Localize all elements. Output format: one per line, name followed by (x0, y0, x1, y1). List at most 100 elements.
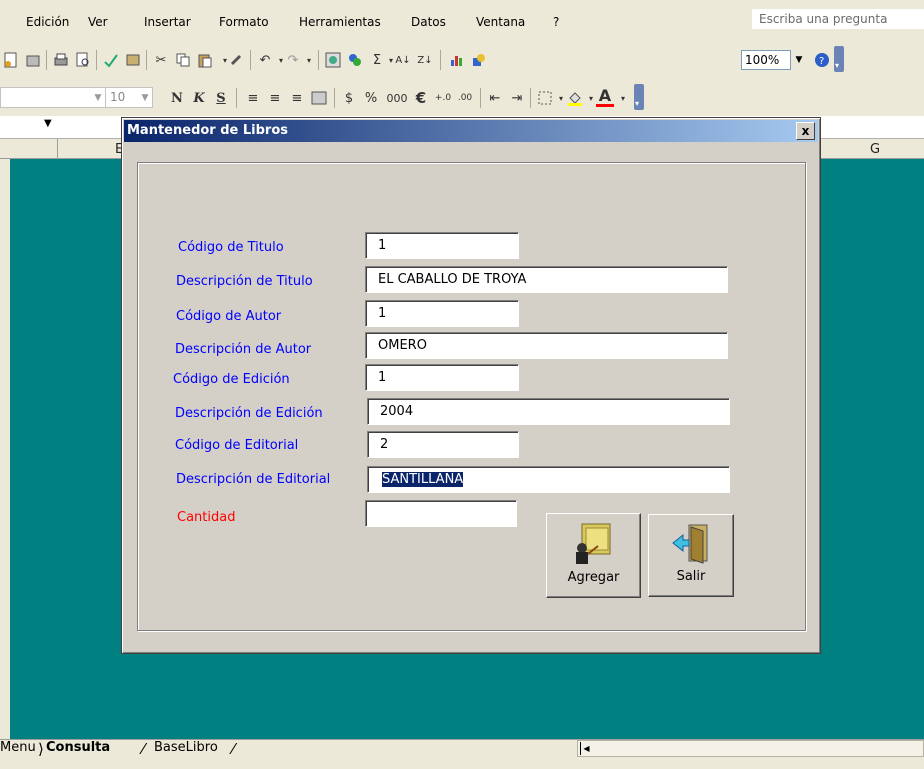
menu-herramientas[interactable]: Herramientas (299, 15, 381, 29)
spelling-icon[interactable] (102, 51, 120, 69)
zoom-dropdown-icon[interactable]: ▼ (791, 50, 807, 70)
exit-button[interactable]: Salir (648, 514, 734, 597)
toolbar-separator (334, 88, 335, 108)
dialog-title-bar[interactable]: Mantenedor de Libros x (124, 120, 818, 142)
toolbar-separator (146, 50, 147, 70)
close-button[interactable]: x (796, 122, 815, 140)
chart-wizard-icon[interactable] (448, 51, 466, 69)
label-descripcion-editorial: Descripción de Editorial (176, 472, 331, 487)
toolbar-options-icon[interactable] (634, 84, 644, 110)
drawing-icon[interactable] (470, 51, 488, 69)
format-painter-icon[interactable] (228, 51, 246, 69)
toolbar-separator (480, 88, 481, 108)
zoom-combo[interactable]: 100% (741, 50, 791, 70)
menu-ver[interactable]: Ver (88, 15, 108, 29)
tab-divider: ⟩ (38, 740, 44, 758)
label-codigo-autor: Código de Autor (176, 309, 282, 324)
row-header-strip (0, 159, 10, 739)
increase-decimal-icon[interactable]: +.0 (434, 89, 452, 107)
font-size-value: 10 (110, 90, 126, 104)
new-icon[interactable] (2, 51, 20, 69)
ask-question-input[interactable]: Escriba una pregunta (752, 9, 924, 29)
menu-ventana[interactable]: Ventana (476, 15, 525, 29)
align-left-icon[interactable]: ≡ (244, 89, 262, 107)
codigo-autor-field[interactable]: 1 (365, 300, 519, 327)
font-size-dropdown-icon[interactable]: ▼ (138, 88, 152, 107)
tab-divider: ⁄ (232, 740, 235, 758)
descripcion-edicion-field[interactable]: 2004 (367, 398, 730, 425)
align-center-icon[interactable]: ≡ (266, 89, 284, 107)
column-header-g[interactable]: G (870, 142, 880, 157)
descripcion-titulo-field[interactable]: EL CABALLO DE TROYA (365, 266, 728, 293)
sheet-tab-menu[interactable]: Menu (0, 740, 36, 755)
font-color-dropdown-icon[interactable]: ▾ (614, 89, 632, 107)
research-icon[interactable] (124, 51, 142, 69)
sort-ascending-icon[interactable]: A↓ (394, 51, 412, 69)
label-descripcion-autor: Descripción de Autor (175, 342, 312, 357)
font-name-combo[interactable]: ▼ (0, 87, 106, 108)
toolbar-separator (530, 88, 531, 108)
label-codigo-editorial: Código de Editorial (175, 438, 299, 453)
thousands-button[interactable]: 000 (386, 89, 408, 107)
font-color-icon[interactable]: A (596, 86, 614, 107)
research-people-icon[interactable] (346, 51, 364, 69)
svg-text:?: ? (819, 56, 824, 67)
toolbar-separator (318, 50, 319, 70)
menu-edicion[interactable]: Edición (26, 15, 69, 29)
add-book-icon (572, 522, 616, 566)
cantidad-field[interactable] (365, 500, 517, 527)
italic-button[interactable]: K (190, 89, 208, 107)
copy-icon[interactable] (174, 51, 192, 69)
sheet-tabs-bar: Menu ⟩ Consulta ⁄ BaseLibro ⁄ ◀ (0, 739, 924, 769)
tab-divider: ⁄ (142, 740, 145, 758)
redo-dropdown-icon[interactable]: ▾ (300, 51, 318, 69)
currency-button[interactable]: $ (340, 89, 358, 107)
percent-button[interactable]: % (362, 89, 380, 107)
scroll-left-icon[interactable]: ◀ (580, 742, 592, 755)
menu-bar: Edición Ver Insertar Formato Herramienta… (0, 0, 924, 40)
help-icon[interactable]: ? (813, 51, 831, 69)
print-icon[interactable] (52, 51, 70, 69)
horizontal-scrollbar[interactable]: ◀ (577, 740, 924, 757)
toolbar-separator (250, 50, 251, 70)
increase-indent-icon[interactable]: ⇥ (508, 89, 526, 107)
merge-center-icon[interactable] (310, 89, 328, 107)
descripcion-editorial-field[interactable]: SANTILLANA (367, 466, 730, 493)
codigo-editorial-field[interactable]: 2 (367, 431, 519, 458)
menu-datos[interactable]: Datos (411, 15, 446, 29)
toolbar-separator (46, 50, 47, 70)
permission-icon[interactable] (24, 51, 42, 69)
menu-insertar[interactable]: Insertar (144, 15, 191, 29)
book-maintainer-dialog: Mantenedor de Libros x Código de Titulo … (121, 117, 821, 654)
toolbar-options-icon[interactable] (834, 46, 844, 72)
label-descripcion-edicion: Descripción de Edición (175, 406, 323, 421)
exit-button-label: Salir (676, 569, 706, 584)
formatting-toolbar: ▼ 10 ▼ N K S ≡ ≡ ≡ $ % 000 € +.0 .00 ⇤ ⇥ … (0, 78, 924, 116)
font-size-combo[interactable]: 10 ▼ (105, 87, 153, 108)
codigo-titulo-field[interactable]: 1 (365, 232, 519, 259)
bold-button[interactable]: N (168, 89, 186, 107)
paste-icon[interactable] (196, 51, 214, 69)
euro-button[interactable]: € (412, 89, 430, 107)
add-button[interactable]: Agregar (546, 513, 641, 598)
toolbar-separator (440, 50, 441, 70)
sheet-tab-baselibro[interactable]: BaseLibro (154, 740, 218, 755)
font-dropdown-icon[interactable]: ▼ (91, 88, 105, 107)
decrease-decimal-icon[interactable]: .00 (456, 89, 474, 107)
sheet-tab-consulta[interactable]: Consulta (46, 740, 110, 755)
underline-button[interactable]: S (212, 89, 230, 107)
standard-toolbar: ✂ ▾ ↶ ▾ ↷ ▾ Σ ▾ A↓ Z↓ 100% ▼ ? (0, 40, 924, 78)
cut-icon[interactable]: ✂ (152, 51, 170, 69)
descripcion-autor-field[interactable]: OMERO (365, 332, 728, 359)
codigo-edicion-field[interactable]: 1 (365, 364, 519, 391)
hyperlink-icon[interactable] (324, 51, 342, 69)
decrease-indent-icon[interactable]: ⇤ (486, 89, 504, 107)
name-box-dropdown-icon[interactable]: ▼ (44, 118, 52, 129)
menu-formato[interactable]: Formato (219, 15, 269, 29)
print-preview-icon[interactable] (74, 51, 92, 69)
sort-descending-icon[interactable]: Z↓ (416, 51, 434, 69)
name-box[interactable]: ▼ (0, 116, 70, 138)
dialog-title: Mantenedor de Libros (127, 123, 289, 138)
menu-help[interactable]: ? (553, 15, 559, 29)
align-right-icon[interactable]: ≡ (288, 89, 306, 107)
